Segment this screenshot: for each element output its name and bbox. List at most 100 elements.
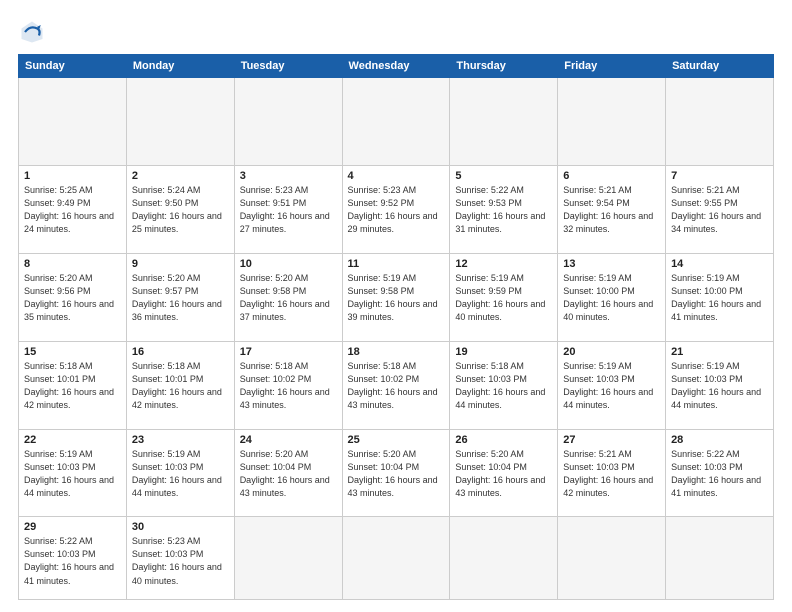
day-info: Sunrise: 5:23 AMSunset: 10:03 PMDaylight…: [132, 535, 229, 587]
calendar-cell: [558, 517, 666, 600]
calendar-cell: 16Sunrise: 5:18 AMSunset: 10:01 PMDaylig…: [126, 341, 234, 429]
logo: [18, 18, 50, 46]
day-number: 20: [563, 346, 660, 358]
day-info: Sunrise: 5:19 AMSunset: 10:00 PMDaylight…: [563, 272, 660, 324]
calendar-day-header: Wednesday: [342, 55, 450, 78]
calendar-cell: 18Sunrise: 5:18 AMSunset: 10:02 PMDaylig…: [342, 341, 450, 429]
day-number: 11: [348, 258, 445, 270]
calendar-cell: [450, 78, 558, 166]
day-number: 10: [240, 258, 337, 270]
day-number: 8: [24, 258, 121, 270]
calendar-day-header: Friday: [558, 55, 666, 78]
day-number: 29: [24, 521, 121, 533]
day-number: 3: [240, 170, 337, 182]
day-info: Sunrise: 5:20 AMSunset: 10:04 PMDaylight…: [240, 448, 337, 500]
day-info: Sunrise: 5:20 AMSunset: 9:56 PMDaylight:…: [24, 272, 121, 324]
day-number: 4: [348, 170, 445, 182]
calendar-cell: [342, 78, 450, 166]
day-info: Sunrise: 5:25 AMSunset: 9:49 PMDaylight:…: [24, 184, 121, 236]
calendar-cell: 10 Sunrise: 5:20 AMSunset: 9:58 PMDayligh…: [234, 253, 342, 341]
calendar-cell: [19, 78, 127, 166]
day-info: Sunrise: 5:19 AMSunset: 9:59 PMDaylight:…: [455, 272, 552, 324]
calendar-cell: 13 Sunrise: 5:19 AMSunset: 10:00 PMDaylig…: [558, 253, 666, 341]
calendar-cell: [234, 78, 342, 166]
calendar-cell: 27Sunrise: 5:21 AMSunset: 10:03 PMDaylig…: [558, 429, 666, 517]
calendar-day-header: Saturday: [666, 55, 774, 78]
day-number: 16: [132, 346, 229, 358]
day-number: 18: [348, 346, 445, 358]
day-info: Sunrise: 5:23 AMSunset: 9:52 PMDaylight:…: [348, 184, 445, 236]
day-number: 17: [240, 346, 337, 358]
calendar-cell: [558, 78, 666, 166]
day-info: Sunrise: 5:22 AMSunset: 10:03 PMDaylight…: [671, 448, 768, 500]
calendar-cell: [666, 78, 774, 166]
day-info: Sunrise: 5:20 AMSunset: 9:58 PMDaylight:…: [240, 272, 337, 324]
day-number: 12: [455, 258, 552, 270]
day-info: Sunrise: 5:21 AMSunset: 9:55 PMDaylight:…: [671, 184, 768, 236]
day-number: 2: [132, 170, 229, 182]
day-info: Sunrise: 5:22 AMSunset: 10:03 PMDaylight…: [24, 535, 121, 587]
calendar-cell: 6 Sunrise: 5:21 AMSunset: 9:54 PMDaylight…: [558, 165, 666, 253]
calendar: SundayMondayTuesdayWednesdayThursdayFrid…: [18, 54, 774, 600]
day-number: 30: [132, 521, 229, 533]
calendar-cell: 17 Sunrise: 5:18 AMSunset: 10:02 PMDaylig…: [234, 341, 342, 429]
calendar-day-header: Thursday: [450, 55, 558, 78]
calendar-cell: 8 Sunrise: 5:20 AMSunset: 9:56 PMDaylight…: [19, 253, 127, 341]
logo-icon: [18, 18, 46, 46]
calendar-cell: [450, 517, 558, 600]
calendar-cell: 26 Sunrise: 5:20 AMSunset: 10:04 PMDaylig…: [450, 429, 558, 517]
calendar-cell: 28 Sunrise: 5:22 AMSunset: 10:03 PMDaylig…: [666, 429, 774, 517]
calendar-cell: 15 Sunrise: 5:18 AMSunset: 10:01 PMDaylig…: [19, 341, 127, 429]
day-info: Sunrise: 5:19 AMSunset: 9:58 PMDaylight:…: [348, 272, 445, 324]
calendar-cell: 7Sunrise: 5:21 AMSunset: 9:55 PMDaylight…: [666, 165, 774, 253]
day-info: Sunrise: 5:19 AMSunset: 10:03 PMDaylight…: [132, 448, 229, 500]
calendar-cell: 29 Sunrise: 5:22 AMSunset: 10:03 PMDaylig…: [19, 517, 127, 600]
day-number: 22: [24, 434, 121, 446]
calendar-cell: 5Sunrise: 5:22 AMSunset: 9:53 PMDaylight…: [450, 165, 558, 253]
day-info: Sunrise: 5:19 AMSunset: 10:03 PMDaylight…: [563, 360, 660, 412]
day-number: 27: [563, 434, 660, 446]
day-number: 6: [563, 170, 660, 182]
day-info: Sunrise: 5:18 AMSunset: 10:01 PMDaylight…: [24, 360, 121, 412]
calendar-cell: 21 Sunrise: 5:19 AMSunset: 10:03 PMDaylig…: [666, 341, 774, 429]
calendar-day-header: Sunday: [19, 55, 127, 78]
calendar-cell: 24 Sunrise: 5:20 AMSunset: 10:04 PMDaylig…: [234, 429, 342, 517]
day-info: Sunrise: 5:19 AMSunset: 10:03 PMDaylight…: [24, 448, 121, 500]
day-number: 1: [24, 170, 121, 182]
day-number: 19: [455, 346, 552, 358]
day-number: 25: [348, 434, 445, 446]
calendar-cell: [234, 517, 342, 600]
day-number: 13: [563, 258, 660, 270]
day-number: 24: [240, 434, 337, 446]
day-number: 15: [24, 346, 121, 358]
day-info: Sunrise: 5:20 AMSunset: 10:04 PMDaylight…: [455, 448, 552, 500]
calendar-cell: [666, 517, 774, 600]
calendar-cell: 2 Sunrise: 5:24 AMSunset: 9:50 PMDaylight…: [126, 165, 234, 253]
calendar-cell: 3 Sunrise: 5:23 AMSunset: 9:51 PMDaylight…: [234, 165, 342, 253]
calendar-cell: 22 Sunrise: 5:19 AMSunset: 10:03 PMDaylig…: [19, 429, 127, 517]
header: [18, 18, 774, 46]
calendar-cell: 12 Sunrise: 5:19 AMSunset: 9:59 PMDayligh…: [450, 253, 558, 341]
day-number: 21: [671, 346, 768, 358]
day-number: 14: [671, 258, 768, 270]
calendar-cell: 25Sunrise: 5:20 AMSunset: 10:04 PMDaylig…: [342, 429, 450, 517]
page: SundayMondayTuesdayWednesdayThursdayFrid…: [0, 0, 792, 612]
day-info: Sunrise: 5:22 AMSunset: 9:53 PMDaylight:…: [455, 184, 552, 236]
calendar-cell: 30 Sunrise: 5:23 AMSunset: 10:03 PMDaylig…: [126, 517, 234, 600]
day-info: Sunrise: 5:21 AMSunset: 9:54 PMDaylight:…: [563, 184, 660, 236]
calendar-cell: [126, 78, 234, 166]
calendar-cell: 1 Sunrise: 5:25 AMSunset: 9:49 PMDaylight…: [19, 165, 127, 253]
calendar-cell: 20 Sunrise: 5:19 AMSunset: 10:03 PMDaylig…: [558, 341, 666, 429]
day-info: Sunrise: 5:23 AMSunset: 9:51 PMDaylight:…: [240, 184, 337, 236]
calendar-day-header: Monday: [126, 55, 234, 78]
day-info: Sunrise: 5:19 AMSunset: 10:03 PMDaylight…: [671, 360, 768, 412]
day-number: 28: [671, 434, 768, 446]
calendar-day-header: Tuesday: [234, 55, 342, 78]
day-info: Sunrise: 5:18 AMSunset: 10:02 PMDaylight…: [240, 360, 337, 412]
calendar-cell: 19 Sunrise: 5:18 AMSunset: 10:03 PMDaylig…: [450, 341, 558, 429]
day-number: 23: [132, 434, 229, 446]
day-info: Sunrise: 5:24 AMSunset: 9:50 PMDaylight:…: [132, 184, 229, 236]
calendar-cell: 14Sunrise: 5:19 AMSunset: 10:00 PMDaylig…: [666, 253, 774, 341]
day-info: Sunrise: 5:18 AMSunset: 10:03 PMDaylight…: [455, 360, 552, 412]
day-number: 26: [455, 434, 552, 446]
